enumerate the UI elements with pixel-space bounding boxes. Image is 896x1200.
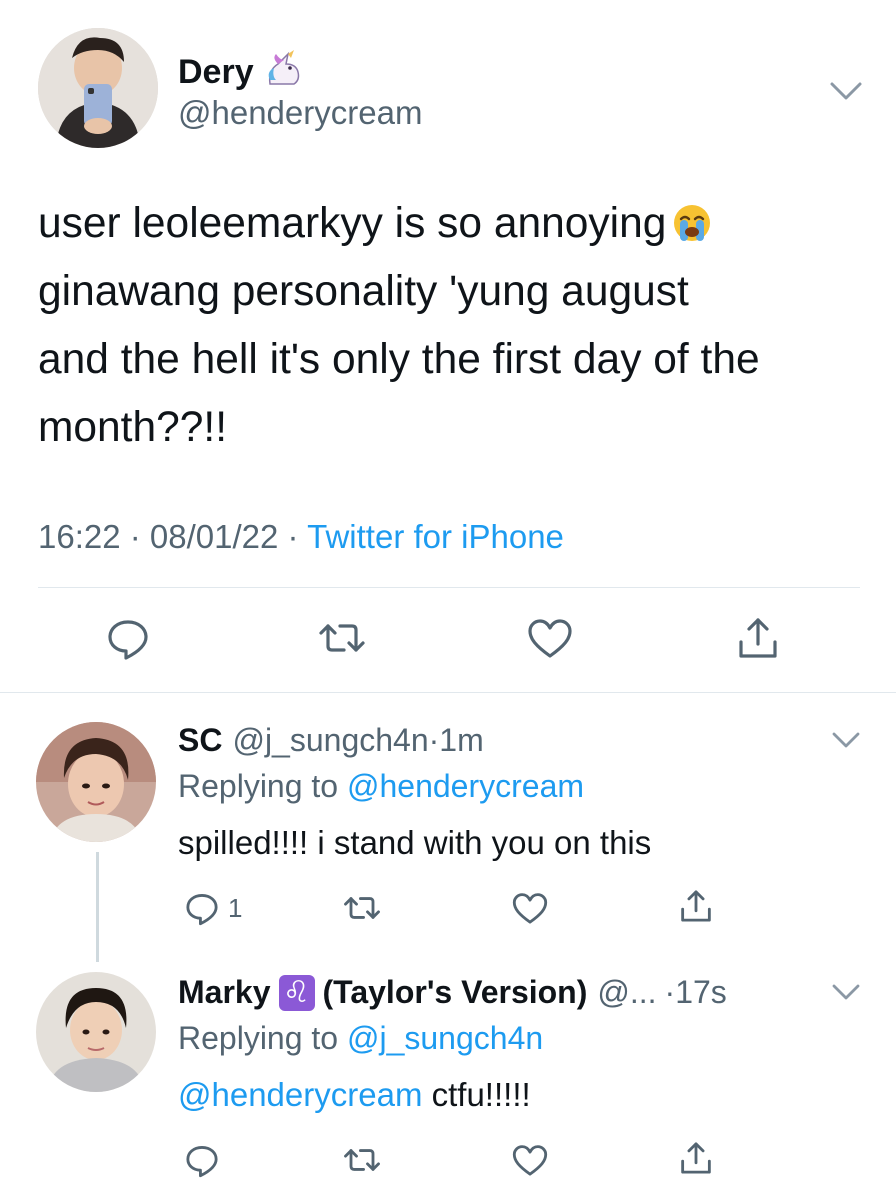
like-button[interactable] <box>522 610 578 666</box>
reply-icon <box>186 1146 218 1178</box>
reply-2-like-button[interactable] <box>508 1138 552 1187</box>
tweet-line-3: and the hell it's only the first day of … <box>38 336 760 383</box>
retweet-icon <box>344 897 380 919</box>
share-icon <box>739 618 777 658</box>
leo-zodiac-icon: ♌ <box>278 974 315 1011</box>
replying-to-link[interactable]: @henderycream <box>347 768 584 804</box>
reply-1-share-button[interactable] <box>674 884 718 933</box>
tweet-time: 16:22 <box>38 518 121 555</box>
tweet-meta: 16:22 · 08/01/22 · Twitter for iPhone <box>38 518 564 555</box>
heart-icon <box>512 893 548 924</box>
share-icon <box>681 1142 711 1174</box>
reply-2-replying-to: Replying to @j_sungch4n <box>178 1020 543 1057</box>
heart-icon <box>528 619 572 658</box>
reply-count: 1 <box>228 892 243 923</box>
reply-1-display-name[interactable]: SC <box>178 722 222 759</box>
replying-to-label: Replying to <box>178 768 347 804</box>
tweet-line-4: month??!! <box>38 404 228 451</box>
retweet-button[interactable] <box>314 610 370 666</box>
reply-2-time: 17s <box>675 974 727 1010</box>
chevron-down-icon[interactable] <box>828 76 864 104</box>
reply-2-body: ctfu!!!!! <box>422 1076 531 1113</box>
reply-2-display-name[interactable]: Marky <box>178 974 271 1011</box>
tweet-line-2: ginawang personality 'yung august <box>38 268 689 315</box>
divider <box>0 692 896 693</box>
retweet-icon <box>344 1149 380 1171</box>
display-name-text: Dery <box>178 53 254 91</box>
replying-to-link[interactable]: @j_sungch4n <box>347 1020 543 1056</box>
avatar-marky[interactable] <box>36 972 156 1092</box>
tweet-line-1: user leoleemarkyy is so annoying <box>38 200 667 247</box>
reply-1-header: SC @j_sungch4n · 1m <box>178 722 484 759</box>
avatar-sc[interactable] <box>36 722 156 842</box>
reply-2-name-suffix[interactable]: (Taylor's Version) <box>323 974 588 1011</box>
reply-2-retweet-button[interactable] <box>340 1138 384 1187</box>
main-display-name[interactable]: Dery <box>178 50 304 95</box>
reply-2-share-button[interactable] <box>674 1136 718 1185</box>
tweet-text: user leoleemarkyy is so annoying ginawan… <box>38 190 878 462</box>
reply-1-handle[interactable]: @j_sungch4n <box>232 722 428 759</box>
reply-2-header: Marky ♌ (Taylor's Version) @... · 17s <box>178 974 727 1011</box>
share-button[interactable] <box>730 610 786 666</box>
replying-to-label: Replying to <box>178 1020 347 1056</box>
main-handle[interactable]: @henderycream <box>178 94 422 132</box>
thread-connector <box>96 852 99 962</box>
mention-link[interactable]: @henderycream <box>178 1076 422 1113</box>
heart-icon <box>512 1145 548 1176</box>
retweet-icon <box>319 624 365 652</box>
reply-icon <box>186 894 218 926</box>
reply-2-handle[interactable]: @... <box>597 974 656 1011</box>
reply-2-reply-button[interactable] <box>180 1138 224 1187</box>
reply-button[interactable] <box>100 610 156 666</box>
reply-1-replying-to: Replying to @henderycream <box>178 768 584 805</box>
unicorn-emoji-icon <box>264 50 304 95</box>
tweet-date: 08/01/22 <box>149 518 279 555</box>
reply-1-reply-button[interactable]: 1 <box>180 886 242 930</box>
reply-1-retweet-button[interactable] <box>340 886 384 935</box>
reply-1-text: spilled!!!! i stand with you on this <box>178 824 652 861</box>
share-icon <box>681 890 711 922</box>
tweet-source-link[interactable]: Twitter for iPhone <box>307 518 564 555</box>
reply-1-like-button[interactable] <box>508 886 552 935</box>
reply-icon <box>108 620 148 660</box>
chevron-down-icon[interactable] <box>830 728 862 752</box>
reply-1-time: 1m <box>439 722 484 758</box>
loudly-crying-face-icon <box>672 196 712 241</box>
chevron-down-icon[interactable] <box>830 980 862 1004</box>
avatar-dery[interactable] <box>38 28 158 148</box>
divider <box>38 587 860 588</box>
reply-2-text: @henderycream ctfu!!!!! <box>178 1076 531 1114</box>
